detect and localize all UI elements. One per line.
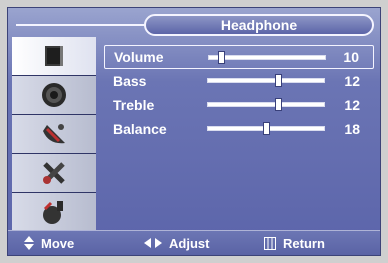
osd-panel: Headphone Volume 10 Bass 12 Treble 12 Ba… bbox=[7, 7, 381, 256]
up-down-arrows-icon bbox=[24, 236, 34, 250]
menu-item-value: 12 bbox=[344, 97, 360, 113]
menu-item-value: 18 bbox=[344, 121, 360, 137]
settings-icon bbox=[43, 162, 65, 184]
category-sidebar bbox=[12, 37, 96, 232]
menu-item-value: 12 bbox=[344, 73, 360, 89]
slider-thumb[interactable] bbox=[274, 98, 282, 111]
treble-slider[interactable] bbox=[207, 98, 325, 111]
sidebar-item-picture[interactable] bbox=[12, 37, 96, 76]
return-hint: Return bbox=[264, 236, 325, 251]
left-right-arrows-icon bbox=[144, 238, 162, 248]
input-plug-icon bbox=[43, 201, 63, 224]
sidebar-item-setup[interactable] bbox=[12, 154, 96, 193]
sidebar-item-channel[interactable] bbox=[12, 115, 96, 154]
slider-thumb[interactable] bbox=[217, 51, 225, 64]
volume-slider[interactable] bbox=[208, 51, 326, 64]
tv-screen: Headphone Volume 10 Bass 12 Treble 12 Ba… bbox=[0, 0, 388, 263]
menu-button-icon bbox=[264, 236, 276, 250]
move-hint: Move bbox=[24, 236, 74, 251]
balance-slider[interactable] bbox=[207, 122, 325, 135]
menu-item-balance[interactable]: Balance 18 bbox=[104, 117, 374, 141]
speaker-icon bbox=[42, 83, 66, 107]
menu-item-label: Volume bbox=[114, 49, 164, 65]
menu-item-treble[interactable]: Treble 12 bbox=[104, 93, 374, 117]
adjust-label: Adjust bbox=[169, 235, 210, 251]
move-label: Move bbox=[41, 235, 75, 251]
satellite-dish-icon bbox=[43, 124, 65, 144]
return-label: Return bbox=[283, 235, 325, 251]
menu-title: Headphone bbox=[144, 14, 374, 36]
slider-thumb[interactable] bbox=[274, 74, 282, 87]
menu-item-value: 10 bbox=[343, 49, 359, 65]
menu-item-volume[interactable]: Volume 10 bbox=[104, 45, 374, 69]
menu-item-label: Bass bbox=[113, 73, 147, 89]
menu-item-bass[interactable]: Bass 12 bbox=[104, 69, 374, 93]
title-bar: Headphone bbox=[16, 14, 374, 36]
sidebar-item-sound[interactable] bbox=[12, 76, 96, 115]
sidebar-item-input[interactable] bbox=[12, 193, 96, 232]
picture-icon bbox=[45, 46, 63, 66]
control-hint-bar: Move Adjust Return bbox=[8, 230, 380, 255]
menu-item-label: Balance bbox=[113, 121, 167, 137]
bass-slider[interactable] bbox=[207, 74, 325, 87]
slider-thumb[interactable] bbox=[263, 122, 270, 135]
adjust-hint: Adjust bbox=[144, 236, 209, 251]
settings-list: Volume 10 Bass 12 Treble 12 Balance 18 bbox=[104, 45, 374, 141]
menu-item-label: Treble bbox=[113, 97, 155, 113]
